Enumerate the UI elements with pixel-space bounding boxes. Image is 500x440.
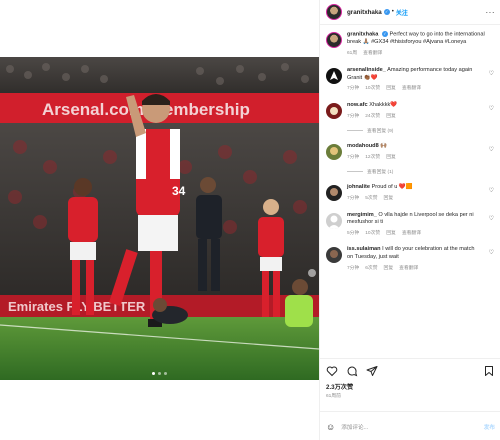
comment-icon[interactable] [346,365,358,377]
comment-likes[interactable]: 12次赞 [365,154,380,162]
comment-likes[interactable]: 6次赞 [365,265,377,273]
comment-item: now.afc Xhakkkk❤️ 7分钟 24次赞 回复 ♡ [326,102,495,120]
comment-time: 5分钟 [347,230,360,236]
shirt-number: 34 [172,184,186,198]
replies-divider [347,171,363,173]
header-username[interactable]: granitxhaka [347,9,382,16]
view-replies-label[interactable]: 查看回复 (9) [367,127,393,134]
heart-icon[interactable]: ♡ [489,70,494,77]
heart-icon[interactable]: ♡ [489,146,494,153]
comments-list[interactable]: granitxhaka ✓ Perfect way to go into the… [320,25,500,358]
verified-badge-icon: ✓ [381,31,388,37]
caption-time: 61周 [347,50,358,56]
comment-username[interactable]: mergimim_ [347,212,377,218]
share-icon[interactable] [366,365,378,377]
comment-item: modahoud8 🙌🏽 7分钟 12次赞 回复 ♡ [326,143,495,161]
reply-button[interactable]: 回复 [386,85,396,93]
comment-username[interactable]: now.afc [347,102,368,108]
post-actions: 2.3万次赞 61周前 ☺ 添加评论... 发布 [320,358,500,440]
comment-item: arsenalinside_ Amazing performance today… [326,67,495,93]
comment-text: 🙌🏽 [380,143,388,150]
bookmark-icon[interactable] [483,365,495,377]
avatar[interactable] [326,144,342,161]
carousel-dot [164,372,167,375]
comment-item: johnalite Proud of u ❤️🟧 7分钟 5次赞 回复 ♡ [326,184,495,202]
stadium-photo-illustration: Arsenal.com/membership Emirates FLY BETT… [0,57,319,380]
avatar[interactable] [326,103,342,120]
avatar[interactable] [326,185,342,202]
avatar[interactable] [326,32,342,48]
comment-text: Proud of u ❤️🟧 [371,184,413,191]
avatar[interactable] [326,247,342,264]
add-comment-bar: ☺ 添加评论... 发布 [320,411,500,440]
post-sidebar: granitxhaka ✓ • 关注 ··· granitxhaka ✓ Per… [319,0,500,440]
comment-time: 7分钟 [347,196,360,202]
avatar[interactable] [326,4,342,20]
avatar[interactable] [326,212,342,229]
view-translation-link[interactable]: 查看翻译 [402,230,421,238]
comment-likes[interactable]: 10次赞 [365,230,380,238]
comment-time: 7分钟 [347,113,360,119]
header-separator: • [391,9,394,15]
heart-icon[interactable]: ♡ [489,187,494,194]
verified-badge-icon: ✓ [383,9,390,15]
avatar[interactable] [326,68,342,85]
post-comment-button[interactable]: 发布 [484,423,495,431]
heart-icon[interactable]: ♡ [489,215,494,222]
carousel-dot [158,372,161,375]
view-replies-link[interactable]: 查看回复 (9) [347,127,495,134]
comment-item: iss.sulaiman I will do your celebration … [326,246,495,272]
action-buttons [326,365,495,377]
comment-username[interactable]: arsenalinside_ [347,67,386,73]
caption-username[interactable]: granitxhaka [347,31,378,37]
heart-icon[interactable]: ♡ [489,249,494,256]
carousel-next-button[interactable] [308,269,316,277]
post-photo[interactable]: Arsenal.com/membership Emirates FLY BETT… [0,57,319,380]
comment-username[interactable]: iss.sulaiman [347,246,381,252]
comment-likes[interactable]: 5次赞 [365,195,377,203]
reply-button[interactable]: 回复 [386,113,396,121]
reply-button[interactable]: 回复 [384,265,394,273]
heart-icon[interactable]: ♡ [489,105,494,112]
follow-button[interactable]: 关注 [396,8,408,17]
comment-username[interactable]: johnalite [347,184,370,190]
comment-input[interactable]: 添加评论... [341,423,484,431]
reply-button[interactable]: 回复 [386,154,396,162]
post-caption: granitxhaka ✓ Perfect way to go into the… [326,31,495,57]
comment-item: mergimim_ O vlla hajde n Liverpool se de… [326,212,495,238]
comment-likes[interactable]: 24次赞 [365,113,380,121]
comment-time: 7分钟 [347,154,360,160]
reply-button[interactable]: 回复 [384,195,394,203]
media-panel: Arsenal.com/membership Emirates FLY BETT… [0,0,319,440]
view-translation-link[interactable]: 查看翻译 [363,50,382,58]
comment-username[interactable]: modahoud8 [347,143,379,149]
comment-time: 7分钟 [347,86,360,92]
replies-divider [347,130,363,132]
more-options-icon[interactable]: ··· [486,8,496,17]
view-translation-link[interactable]: 查看翻译 [399,265,418,273]
post-date: 61周前 [326,394,341,399]
likes-count[interactable]: 2.3万次赞 [326,382,353,391]
post-header: granitxhaka ✓ • 关注 ··· [320,0,500,25]
emoji-icon[interactable]: ☺ [326,422,335,432]
view-replies-link[interactable]: 查看回复 (1) [347,168,495,175]
comment-time: 7分钟 [347,265,360,271]
view-replies-label[interactable]: 查看回复 (1) [367,168,393,175]
reply-button[interactable]: 回复 [386,230,396,238]
comment-text: Xhakkkk❤️ [369,102,398,109]
comment-likes[interactable]: 10次赞 [365,85,380,93]
view-translation-link[interactable]: 查看翻译 [402,85,421,93]
heart-icon[interactable] [326,365,338,377]
carousel-dots [0,372,319,375]
carousel-dot [152,372,155,375]
